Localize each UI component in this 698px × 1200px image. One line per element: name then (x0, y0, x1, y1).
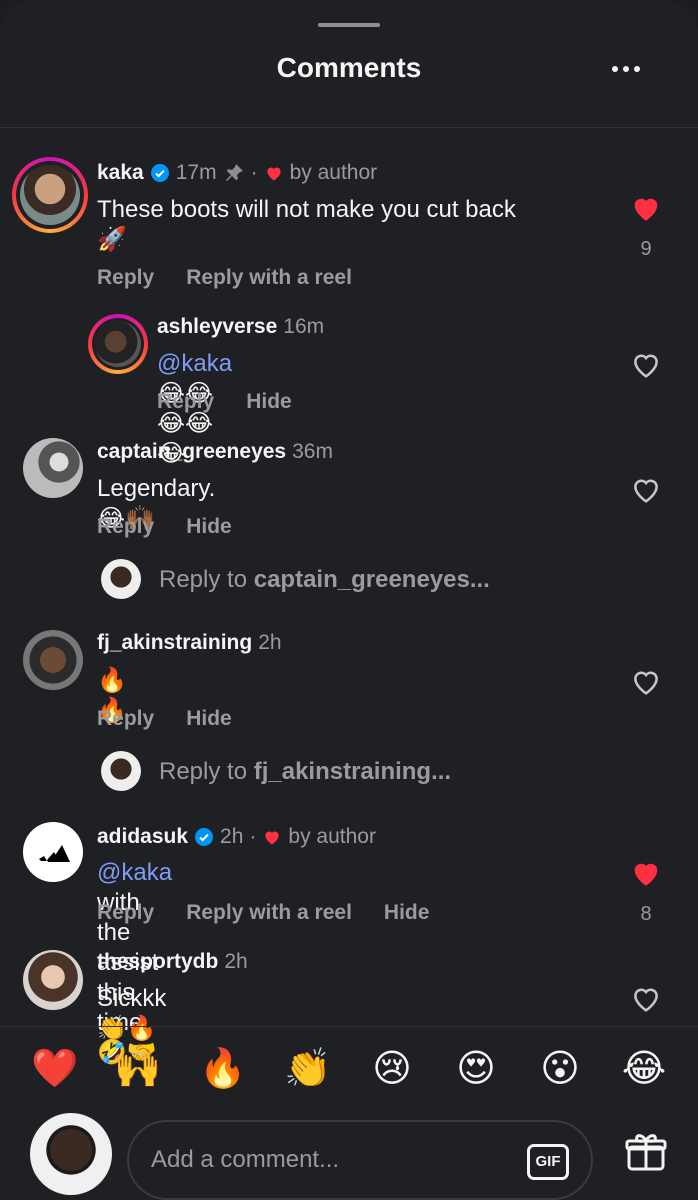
avatar[interactable] (23, 950, 83, 1010)
comment-meta: fj_akinstraining 2h (97, 631, 282, 655)
like-heart-icon[interactable] (629, 191, 663, 225)
quick-emoji-laughing[interactable]: 😂 (619, 1046, 669, 1090)
reply-to-prompt[interactable]: Reply to fj_akinstraining... (159, 758, 451, 786)
quick-emoji-heart[interactable]: ❤️ (30, 1046, 80, 1090)
hide-button[interactable]: Hide (186, 707, 232, 731)
username[interactable]: ashleyverse (157, 315, 277, 339)
username[interactable]: kaka (97, 161, 144, 185)
comments-sheet: Comments kaka 17m · by author These boot… (0, 0, 698, 1200)
comment-meta: captain_greeneyes 36m (97, 440, 333, 464)
like-heart-icon[interactable] (629, 348, 663, 382)
comment-text: These boots will not make you cut back 🚀 (97, 195, 597, 255)
reply-button[interactable]: Reply (97, 266, 154, 290)
hide-button[interactable]: Hide (384, 901, 430, 925)
timestamp: 2h (258, 631, 282, 654)
like-heart-icon[interactable] (629, 473, 663, 507)
comment-text-content: These boots will not make you cut back (97, 196, 516, 223)
comment-input[interactable] (151, 1146, 511, 1174)
hide-button[interactable]: Hide (186, 515, 232, 539)
reply-to-target: captain_greeneyes... (253, 566, 490, 593)
author-tag: by author (289, 161, 378, 184)
comment-meta: thesportydb 2h (97, 950, 248, 974)
heart-icon (265, 831, 280, 845)
author-tag: by author (288, 825, 376, 848)
timestamp: 17m (175, 161, 217, 184)
timestamp: 16m (283, 315, 325, 338)
timestamp: 2h (220, 825, 244, 848)
reply-with-reel-button[interactable]: Reply with a reel (186, 901, 352, 925)
quick-emoji-surprised[interactable]: 😮 (535, 1046, 585, 1090)
heart-icon (266, 167, 281, 181)
comment-actions: Reply Reply with a reel Hide (97, 901, 429, 925)
comment-actions: Reply Hide (157, 390, 292, 414)
adidas-logo-icon (39, 845, 70, 862)
like-heart-icon[interactable] (629, 856, 663, 890)
like-count[interactable]: 9 (629, 238, 663, 261)
my-avatar[interactable] (30, 1113, 112, 1195)
more-options-button[interactable] (604, 52, 648, 86)
like-count[interactable]: 8 (629, 903, 663, 926)
hide-button[interactable]: Hide (246, 390, 292, 414)
comment-meta: ashleyverse 16m (157, 315, 324, 339)
dot-icon (634, 66, 640, 72)
mention-link[interactable]: @kaka (97, 859, 172, 886)
reply-button[interactable]: Reply (97, 707, 154, 731)
reply-button[interactable]: Reply (97, 901, 154, 925)
avatar[interactable] (20, 165, 80, 225)
quick-emoji-fire[interactable]: 🔥 (198, 1046, 248, 1090)
drag-handle[interactable] (318, 23, 380, 27)
my-avatar-small (101, 751, 141, 791)
verified-badge-icon (195, 828, 214, 846)
comment-emoji: 🚀 (97, 226, 127, 253)
avatar[interactable] (23, 630, 83, 690)
dot-icon (623, 66, 629, 72)
reply-button[interactable]: Reply (97, 515, 154, 539)
reply-to-label: Reply to (159, 758, 254, 785)
avatar[interactable] (95, 321, 141, 367)
comment-actions: Reply Hide (97, 515, 232, 539)
page-title: Comments (276, 52, 422, 83)
separator-dot: · (250, 161, 258, 184)
comment-text: Sickkk 👏🔥 (97, 985, 167, 1042)
quick-emoji-crying[interactable]: 😢 (367, 1046, 417, 1090)
like-heart-icon[interactable] (629, 982, 663, 1016)
avatar[interactable] (23, 822, 83, 882)
quick-emoji-raised-hands[interactable]: 🙌 (113, 1046, 163, 1090)
username[interactable]: fj_akinstraining (97, 631, 252, 655)
my-avatar-small (101, 559, 141, 599)
reply-to-prompt[interactable]: Reply to captain_greeneyes... (159, 566, 490, 594)
separator-dot: · (249, 825, 257, 848)
quick-emoji-heart-eyes[interactable]: 😍 (451, 1046, 501, 1090)
timestamp: 2h (224, 950, 248, 973)
reply-to-label: Reply to (159, 566, 254, 593)
username[interactable]: thesportydb (97, 950, 218, 974)
gift-icon[interactable] (624, 1130, 668, 1174)
header-divider (0, 127, 698, 128)
dot-icon (612, 66, 618, 72)
reply-with-reel-button[interactable]: Reply with a reel (186, 266, 352, 290)
verified-badge-icon (150, 164, 169, 182)
comment-meta: kaka 17m · by author (97, 161, 377, 185)
like-heart-icon[interactable] (629, 665, 663, 699)
timestamp: 36m (292, 440, 333, 463)
mention-link[interactable]: @kaka (157, 350, 232, 377)
gif-button[interactable]: GIF (527, 1144, 569, 1180)
pin-icon (225, 164, 243, 181)
username[interactable]: adidasuk (97, 825, 188, 849)
reply-to-target: fj_akinstraining... (253, 758, 452, 785)
quick-emoji-clap[interactable]: 👏 (283, 1046, 333, 1090)
emoji-bar-divider (0, 1026, 698, 1027)
comment-actions: Reply Reply with a reel (97, 266, 352, 290)
reply-button[interactable]: Reply (157, 390, 214, 414)
avatar[interactable] (23, 438, 83, 498)
comment-composer: GIF (127, 1120, 593, 1200)
comment-meta: adidasuk 2h · by author (97, 825, 376, 849)
username[interactable]: captain_greeneyes (97, 440, 286, 464)
comment-actions: Reply Hide (97, 707, 232, 731)
